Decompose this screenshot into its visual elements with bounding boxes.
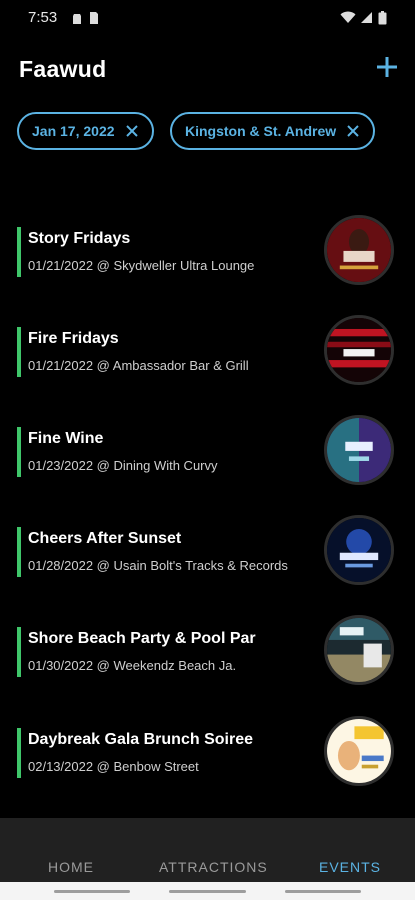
event-details: 02/13/2022 @ Benbow Street: [28, 759, 199, 774]
gesture-handle: [54, 890, 130, 893]
event-accent-bar: [17, 327, 21, 377]
event-accent-bar: [17, 527, 21, 577]
add-button[interactable]: [370, 50, 404, 84]
status-bar: 7:53: [0, 0, 415, 36]
notification-icon: [73, 14, 81, 24]
event-details: 01/23/2022 @ Dining With Curvy: [28, 458, 218, 473]
event-flyer-thumbnail: [324, 215, 394, 285]
signal-icon: [361, 12, 372, 23]
date-filter-label: Jan 17, 2022: [32, 123, 115, 139]
event-flyer-thumbnail: [324, 515, 394, 585]
event-flyer-thumbnail: [324, 615, 394, 685]
app-title: Faawud: [19, 56, 107, 82]
event-name: Fine Wine: [28, 430, 104, 447]
event-item[interactable]: Shore Beach Party & Pool Par 01/30/2022 …: [17, 615, 415, 697]
system-gesture-bar: [0, 882, 415, 900]
gesture-handle: [285, 890, 361, 893]
event-accent-bar: [17, 728, 21, 778]
close-icon[interactable]: [125, 124, 139, 138]
event-name: Story Fridays: [28, 230, 131, 247]
sim-card-icon: [90, 12, 98, 24]
tab-events[interactable]: EVENTS: [319, 859, 381, 875]
event-flyer-thumbnail: [324, 716, 394, 786]
event-item[interactable]: Fine Wine 01/23/2022 @ Dining With Curvy: [17, 415, 415, 497]
tab-home[interactable]: HOME: [48, 859, 94, 875]
date-filter-chip[interactable]: Jan 17, 2022: [17, 112, 154, 150]
event-accent-bar: [17, 627, 21, 677]
close-icon[interactable]: [346, 124, 360, 138]
status-time: 7:53: [28, 9, 58, 26]
gesture-handle: [169, 890, 246, 893]
event-item[interactable]: Daybreak Gala Brunch Soiree 02/13/2022 @…: [17, 716, 415, 798]
event-details: 01/30/2022 @ Weekendz Beach Ja.: [28, 658, 237, 673]
location-filter-label: Kingston & St. Andrew: [185, 123, 337, 139]
event-flyer-thumbnail: [324, 315, 394, 385]
event-name: Cheers After Sunset: [28, 530, 182, 547]
event-details: 01/21/2022 @ Skydweller Ultra Lounge: [28, 258, 255, 273]
location-filter-chip[interactable]: Kingston & St. Andrew: [170, 112, 375, 150]
event-item[interactable]: Fire Fridays 01/21/2022 @ Ambassador Bar…: [17, 315, 415, 397]
event-details: 01/21/2022 @ Ambassador Bar & Grill: [28, 358, 249, 373]
plus-icon: [377, 57, 397, 77]
event-name: Daybreak Gala Brunch Soiree: [28, 731, 253, 748]
tab-attractions[interactable]: ATTRACTIONS: [159, 859, 268, 875]
event-item[interactable]: Story Fridays 01/21/2022 @ Skydweller Ul…: [17, 215, 415, 297]
battery-icon: [378, 11, 387, 25]
event-item[interactable]: Cheers After Sunset 01/28/2022 @ Usain B…: [17, 515, 415, 597]
wifi-icon: [340, 11, 356, 23]
app-header: Faawud: [0, 40, 415, 100]
event-details: 01/28/2022 @ Usain Bolt's Tracks & Recor…: [28, 558, 288, 573]
event-name: Fire Fridays: [28, 330, 119, 347]
event-name: Shore Beach Party & Pool Par: [28, 630, 256, 647]
event-accent-bar: [17, 227, 21, 277]
event-accent-bar: [17, 427, 21, 477]
event-flyer-thumbnail: [324, 415, 394, 485]
